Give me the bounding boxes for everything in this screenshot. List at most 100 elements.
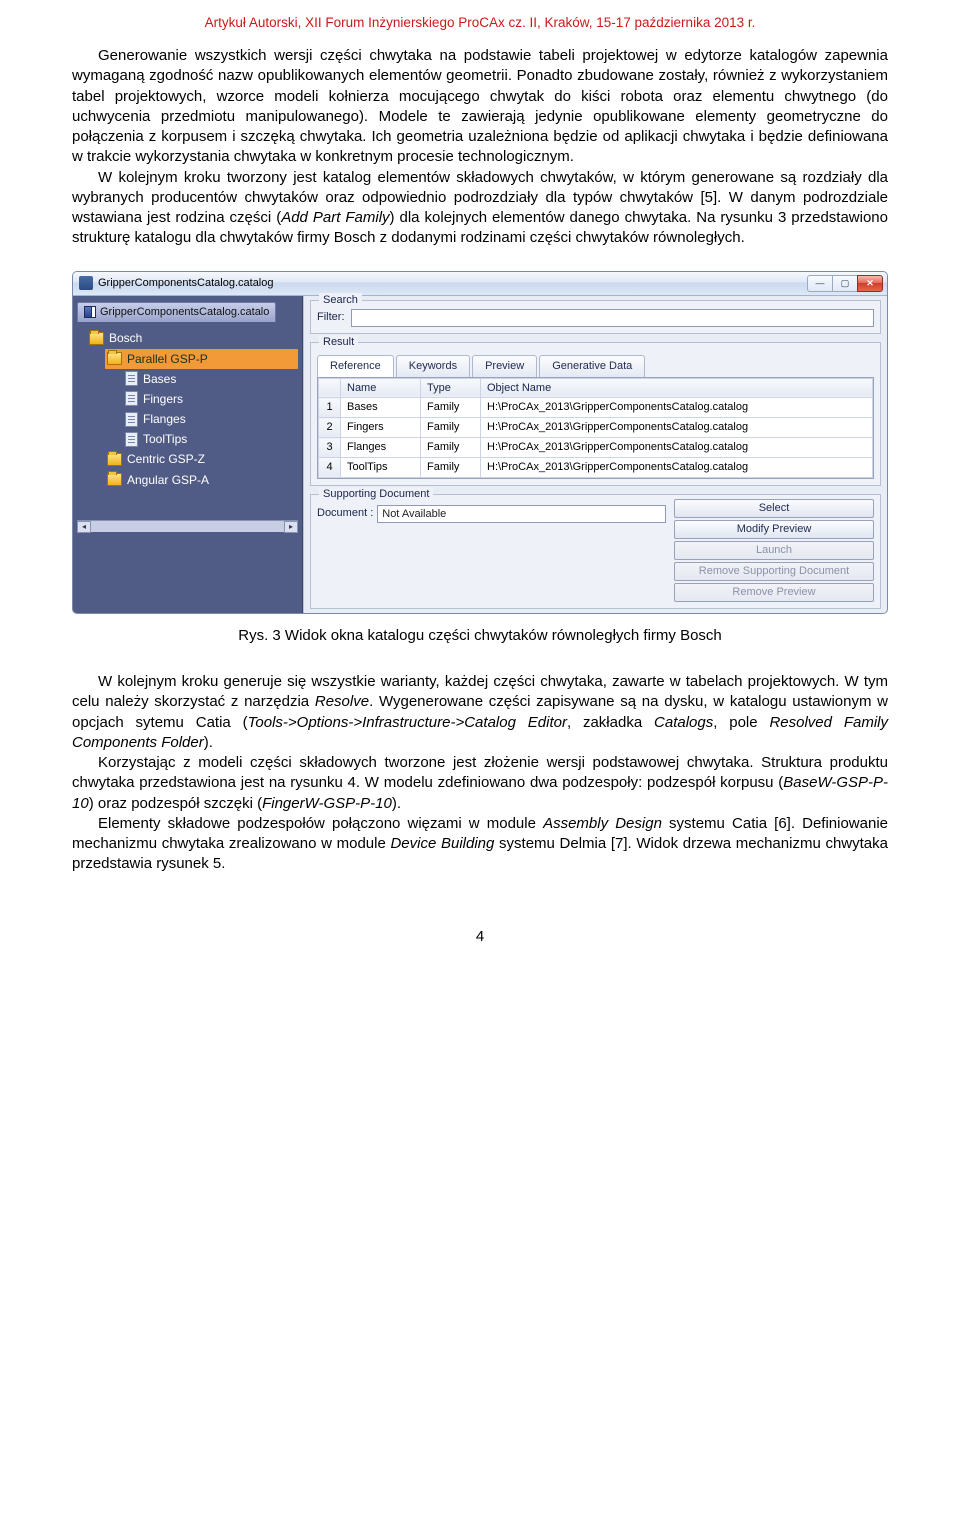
folder-icon: [107, 473, 122, 486]
result-group: Result Reference Keywords Preview Genera…: [310, 342, 881, 486]
tree-node-flanges[interactable]: Flanges: [123, 409, 298, 429]
tree-label: Flanges: [143, 411, 186, 427]
tree-node-centric[interactable]: Centric GSP-Z: [105, 449, 298, 469]
tree-label: Parallel GSP-P: [127, 351, 208, 367]
tree-label: Fingers: [143, 391, 183, 407]
cell-rownum: 1: [319, 398, 341, 418]
tree-label: Bases: [143, 371, 176, 387]
filter-input[interactable]: [351, 309, 875, 327]
supporting-document-group: Supporting Document Document : Not Avail…: [310, 494, 881, 609]
tree-label: Bosch: [109, 330, 142, 346]
remove-supporting-doc-button: Remove Supporting Document: [674, 562, 874, 581]
cell-name: Fingers: [341, 418, 421, 438]
tree-node-angular[interactable]: Angular GSP-A: [105, 470, 298, 490]
cell-type: Family: [421, 398, 481, 418]
table-row[interactable]: 1 Bases Family H:\ProCAx_2013\GripperCom…: [319, 398, 873, 418]
table-row[interactable]: 3 Flanges Family H:\ProCAx_2013\GripperC…: [319, 438, 873, 458]
tree-node-tooltips[interactable]: ToolTips: [123, 429, 298, 449]
document-field[interactable]: Not Available: [377, 505, 666, 523]
p4-a: Korzystając z modeli części składowych t…: [72, 754, 888, 791]
supporting-group-title: Supporting Document: [319, 487, 433, 502]
running-header: Artykuł Autorski, XII Forum Inżynierskie…: [72, 14, 888, 32]
search-group: Search Filter:: [310, 300, 881, 334]
tab-keywords[interactable]: Keywords: [396, 355, 470, 377]
tree-node-bases[interactable]: Bases: [123, 369, 298, 389]
remove-preview-button: Remove Preview: [674, 583, 874, 602]
assembly-design-term: Assembly Design: [543, 815, 662, 832]
modify-preview-button[interactable]: Modify Preview: [674, 520, 874, 539]
minimize-button[interactable]: —: [807, 275, 833, 292]
figure-3: GripperComponentsCatalog.catalog — ▢ ✕ G…: [72, 271, 888, 614]
tree-node-parallel[interactable]: Parallel GSP-P: [105, 349, 298, 369]
tree-node-bosch[interactable]: Bosch: [87, 328, 298, 348]
folder-icon: [107, 453, 122, 466]
page-icon: [125, 391, 138, 406]
p3-d: , pole: [713, 714, 769, 731]
cell-rownum: 4: [319, 457, 341, 477]
window-body: GripperComponentsCatalog.catalo Bosch Pa…: [73, 296, 887, 613]
p4-b: ) oraz podzespół szczęki (: [89, 795, 262, 812]
tree-node-fingers[interactable]: Fingers: [123, 389, 298, 409]
result-grid[interactable]: Name Type Object Name 1 Bases Family: [317, 377, 874, 479]
grid-header-row: Name Type Object Name: [319, 378, 873, 398]
catalogs-term: Catalogs: [654, 714, 713, 731]
tree-tab-label: GripperComponentsCatalog.catalo: [100, 305, 269, 320]
tab-reference[interactable]: Reference: [317, 355, 394, 377]
cell-name: Bases: [341, 398, 421, 418]
table-row[interactable]: 2 Fingers Family H:\ProCAx_2013\GripperC…: [319, 418, 873, 438]
cell-type: Family: [421, 457, 481, 477]
device-building-term: Device Building: [390, 835, 494, 852]
col-rownum[interactable]: [319, 378, 341, 398]
resolve-term: Resolve: [315, 693, 369, 710]
paragraph-5: Elementy składowe podzespołów połączono …: [72, 814, 888, 875]
document-label: Document :: [317, 506, 373, 521]
table-row[interactable]: 4 ToolTips Family H:\ProCAx_2013\Gripper…: [319, 457, 873, 477]
paragraph-2: W kolejnym kroku tworzony jest katalog e…: [72, 168, 888, 249]
cell-object: H:\ProCAx_2013\GripperComponentsCatalog.…: [481, 457, 873, 477]
close-button[interactable]: ✕: [857, 275, 883, 292]
page-number: 4: [72, 927, 888, 947]
col-name[interactable]: Name: [341, 378, 421, 398]
catalog-window: GripperComponentsCatalog.catalog — ▢ ✕ G…: [72, 271, 888, 614]
page-icon: [125, 412, 138, 427]
window-title: GripperComponentsCatalog.catalog: [98, 276, 808, 291]
add-part-family-term: Add Part Family: [281, 209, 389, 226]
filter-label: Filter:: [317, 310, 345, 325]
tree-panel: GripperComponentsCatalog.catalo Bosch Pa…: [73, 296, 303, 613]
p3-c: , zakładka: [567, 714, 654, 731]
scroll-left-icon[interactable]: ◂: [77, 521, 91, 533]
tab-preview[interactable]: Preview: [472, 355, 537, 377]
p4-c: ).: [392, 795, 401, 812]
folder-open-icon: [89, 332, 104, 345]
cell-object: H:\ProCAx_2013\GripperComponentsCatalog.…: [481, 398, 873, 418]
result-group-title: Result: [319, 335, 358, 350]
p5-a: Elementy składowe podzespołów połączono …: [98, 815, 543, 832]
tree-hscrollbar[interactable]: ◂ ▸: [77, 520, 298, 532]
launch-button: Launch: [674, 541, 874, 560]
result-tabs: Reference Keywords Preview Generative Da…: [317, 355, 874, 377]
folder-open-icon: [107, 352, 122, 365]
search-group-title: Search: [319, 293, 362, 308]
cell-type: Family: [421, 438, 481, 458]
col-object-name[interactable]: Object Name: [481, 378, 873, 398]
details-panel: Search Filter: Result Reference Keywords…: [303, 296, 887, 613]
col-type[interactable]: Type: [421, 378, 481, 398]
cell-name: ToolTips: [341, 457, 421, 477]
select-button[interactable]: Select: [674, 499, 874, 518]
fingerw-term: FingerW-GSP-P-10: [262, 795, 392, 812]
cell-object: H:\ProCAx_2013\GripperComponentsCatalog.…: [481, 438, 873, 458]
cell-rownum: 2: [319, 418, 341, 438]
tree-tab[interactable]: GripperComponentsCatalog.catalo: [77, 302, 276, 322]
tools-path: Tools->Options->Infrastructure->Catalog …: [248, 714, 567, 731]
maximize-button[interactable]: ▢: [832, 275, 858, 292]
scroll-right-icon[interactable]: ▸: [284, 521, 298, 533]
p3-e: ).: [204, 734, 213, 751]
tab-generative-data[interactable]: Generative Data: [539, 355, 645, 377]
window-buttons: — ▢ ✕: [808, 275, 883, 292]
cell-name: Flanges: [341, 438, 421, 458]
paragraph-3: W kolejnym kroku generuje się wszystkie …: [72, 672, 888, 753]
tree-label: Angular GSP-A: [127, 472, 209, 488]
catalog-icon: [84, 306, 96, 318]
window-titlebar[interactable]: GripperComponentsCatalog.catalog — ▢ ✕: [73, 272, 887, 296]
page-icon: [125, 371, 138, 386]
